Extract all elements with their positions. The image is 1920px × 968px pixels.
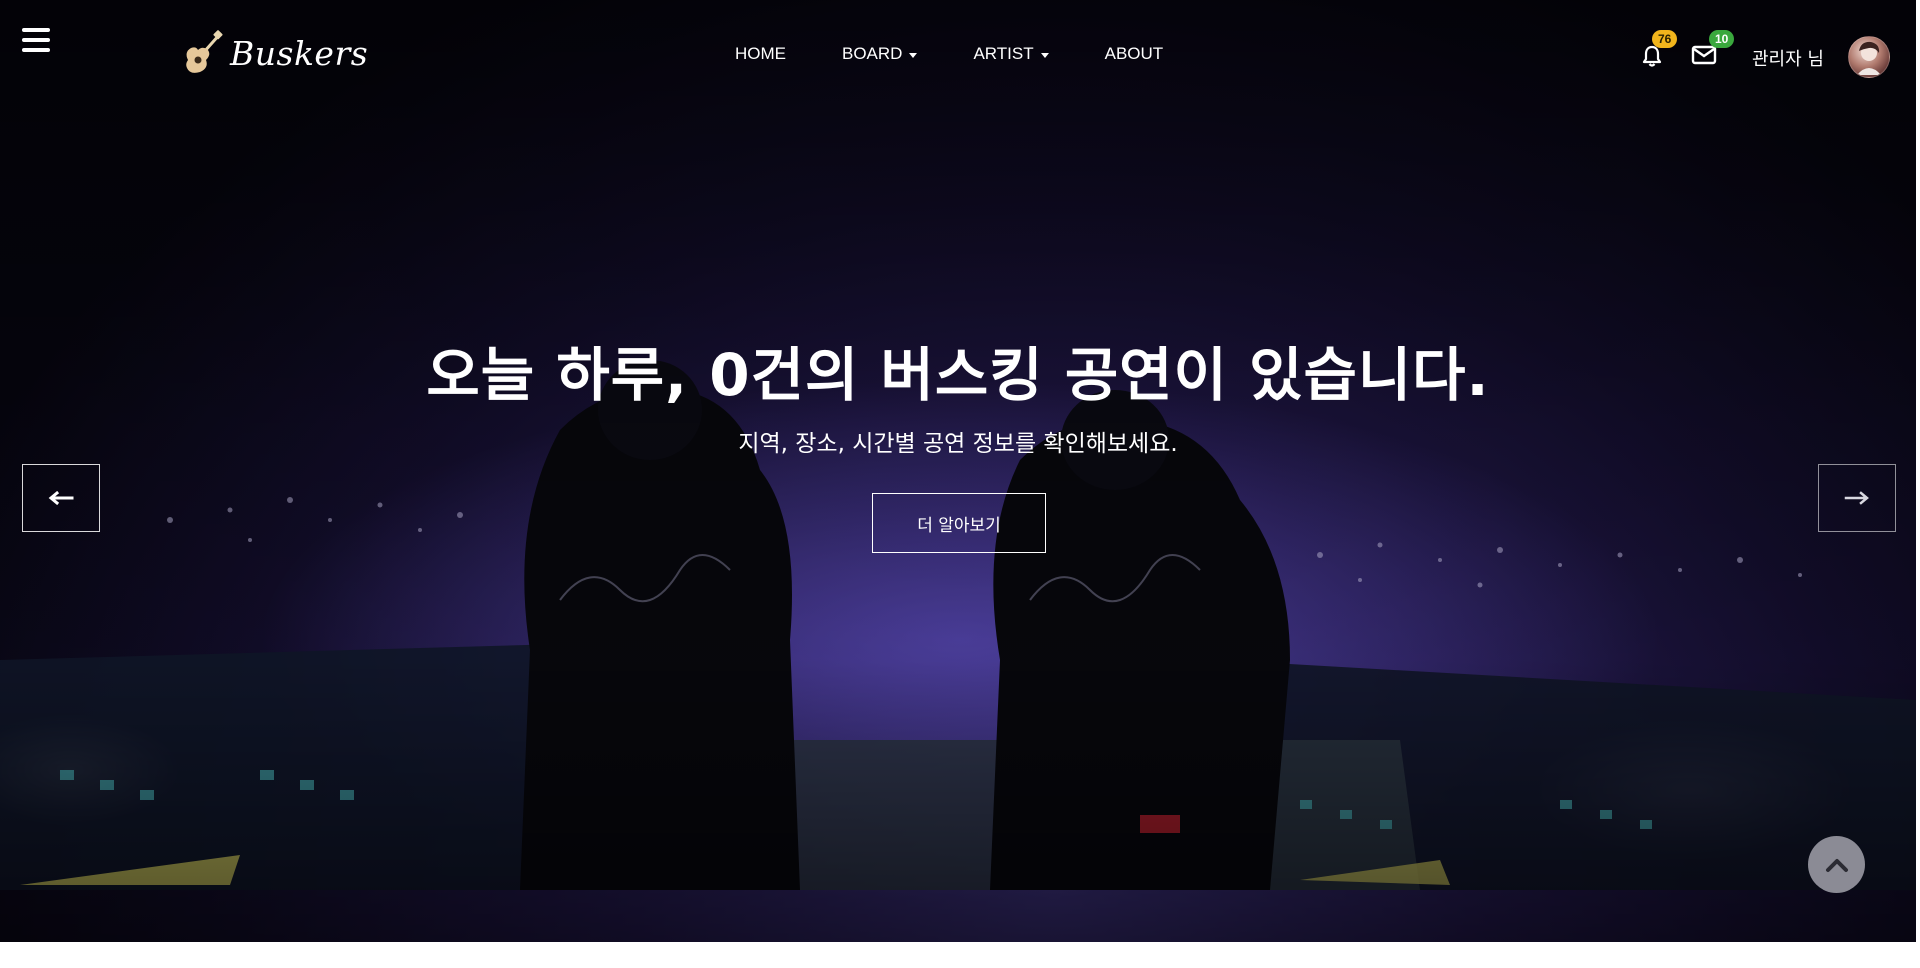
nav-board[interactable]: BOARD [842, 44, 918, 64]
arrow-left-icon [48, 491, 74, 505]
carousel-prev-button[interactable] [22, 464, 100, 532]
arrow-right-icon [1844, 491, 1869, 505]
hero-overlay [0, 0, 1916, 942]
logo-text: Buskers [230, 33, 369, 73]
nav-home[interactable]: HOME [735, 44, 786, 64]
caret-down-icon [909, 52, 918, 58]
main-navigation: HOME BOARD ARTIST ABOUT [735, 44, 1219, 64]
avatar-image [1857, 41, 1881, 75]
messages-badge: 10 [1709, 30, 1735, 48]
nav-board-label: BOARD [842, 44, 903, 63]
notifications-badge: 76 [1652, 30, 1678, 48]
scroll-to-top-button[interactable] [1808, 836, 1865, 893]
hamburger-icon-bar [22, 48, 50, 52]
guitar-icon [186, 30, 223, 73]
site-logo[interactable]: Buskers [182, 30, 368, 76]
chevron-up-icon [1825, 858, 1848, 872]
user-name[interactable]: 관리자 님 [1752, 45, 1824, 71]
learn-more-button[interactable]: 더 알아보기 [872, 493, 1046, 553]
envelope-icon[interactable] [1691, 44, 1717, 66]
caret-down-icon [1040, 52, 1049, 58]
nav-home-label: HOME [735, 44, 786, 63]
nav-artist-label: ARTIST [973, 44, 1034, 63]
page: Buskers HOME BOARD ARTIST ABOUT 76 10 관리… [0, 0, 1920, 968]
nav-about-label: ABOUT [1104, 44, 1164, 63]
hero-title: 오늘 하루, 0건의 버스킹 공연이 있습니다. [426, 341, 1490, 409]
hamburger-icon-bar [22, 38, 50, 42]
nav-artist[interactable]: ARTIST [973, 44, 1049, 64]
avatar[interactable] [1848, 36, 1890, 78]
site-header: Buskers HOME BOARD ARTIST ABOUT 76 10 관리… [0, 0, 1916, 112]
hero-subtitle: 지역, 장소, 시간별 공연 정보를 확인해보세요. [738, 431, 1178, 457]
hero-carousel: Buskers HOME BOARD ARTIST ABOUT 76 10 관리… [0, 0, 1916, 942]
carousel-next-button[interactable] [1818, 464, 1896, 532]
hamburger-menu-button[interactable] [22, 28, 50, 52]
hamburger-icon [22, 28, 50, 32]
nav-about[interactable]: ABOUT [1105, 44, 1164, 64]
